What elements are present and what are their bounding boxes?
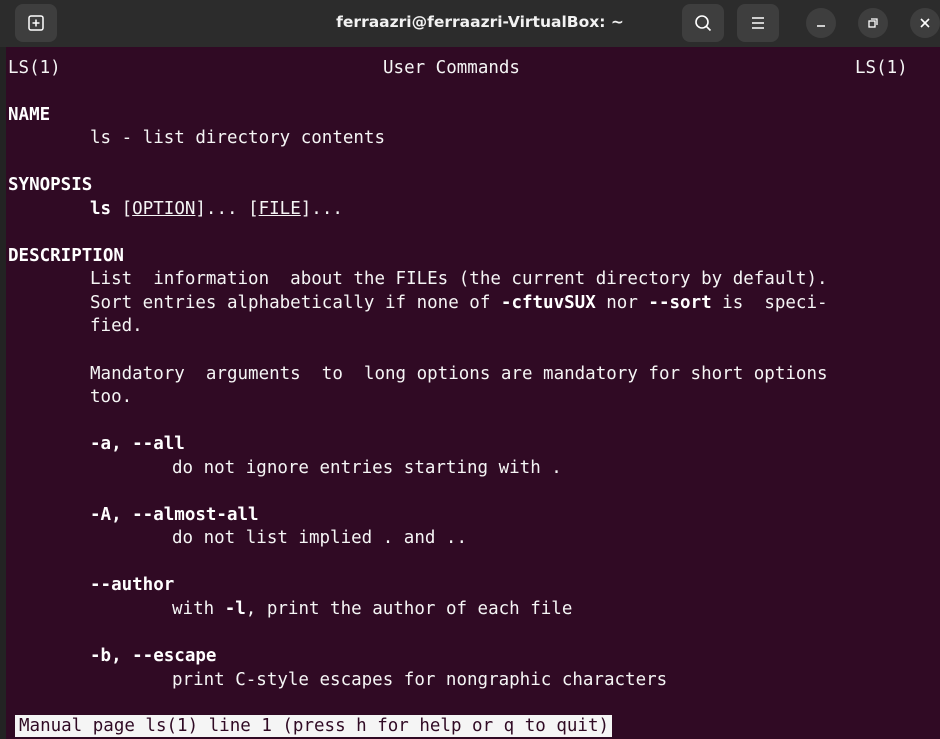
synopsis-bracket-open: [	[121, 199, 133, 219]
desc-sort-flag: --sort	[648, 293, 712, 313]
title-bar: ferraazri@ferraazri-VirtualBox: ~	[0, 0, 940, 47]
synopsis-bracket-close: ]...	[300, 199, 343, 219]
description-line-2: Sort entries alphabetically if none of -…	[90, 292, 828, 315]
pager-status-bar: Manual page ls(1) line 1 (press h for he…	[15, 715, 613, 737]
desc-text: nor	[595, 293, 649, 313]
description-line-4: Mandatory arguments to long options are …	[90, 364, 828, 384]
synopsis-command: ls	[90, 199, 112, 219]
man-header-right: LS(1)	[855, 58, 908, 78]
desc-flag-l: -l	[224, 599, 246, 619]
desc-flags: -cftuvSUX	[500, 293, 596, 313]
maximize-button[interactable]	[858, 8, 888, 38]
close-button[interactable]	[910, 8, 940, 38]
desc-text: is speci-	[711, 293, 828, 313]
synopsis-option: OPTION	[132, 199, 196, 219]
synopsis-line: ls [OPTION]... [FILE]...	[90, 198, 343, 221]
terminal-window: ferraazri@ferraazri-VirtualBox: ~ LS(1) …	[0, 0, 940, 739]
option-author: --author	[90, 575, 175, 595]
synopsis-bracket-mid: ]... [	[195, 199, 259, 219]
close-icon	[920, 18, 930, 28]
section-heading-description: DESCRIPTION	[8, 246, 124, 266]
description-line-1: List information about the FILEs (the cu…	[90, 269, 828, 289]
section-heading-synopsis: SYNOPSIS	[8, 175, 93, 195]
option-escape: -b, --escape	[90, 646, 217, 666]
desc-text: with	[172, 599, 225, 619]
description-line-5: too.	[90, 387, 133, 407]
section-heading-name: NAME	[8, 105, 51, 125]
description-line-3: fied.	[90, 316, 143, 336]
option-author-description: with -l, print the author of each file	[172, 598, 572, 621]
name-text: ls - list directory contents	[90, 128, 386, 148]
terminal-content[interactable]: LS(1) User Commands LS(1) NAME ls - list…	[0, 47, 940, 739]
search-icon	[695, 15, 712, 32]
search-button[interactable]	[682, 4, 724, 42]
desc-text: , print the author of each file	[245, 599, 573, 619]
option-all-description: do not ignore entries starting with .	[172, 458, 562, 478]
man-header-center: User Commands	[383, 58, 520, 78]
option-almost-all-description: do not list implied . and ..	[172, 528, 468, 548]
menu-button[interactable]	[737, 4, 779, 42]
synopsis-file: FILE	[258, 199, 301, 219]
option-all: -a, --all	[90, 434, 185, 454]
minimize-button[interactable]	[806, 8, 836, 38]
hamburger-menu-icon	[752, 17, 764, 29]
man-header-left: LS(1)	[8, 58, 61, 78]
option-escape-description: print C-style escapes for nongraphic cha…	[172, 670, 668, 690]
option-almost-all: -A, --almost-all	[90, 505, 259, 525]
window-title: ferraazri@ferraazri-VirtualBox: ~	[336, 13, 624, 31]
restore-icon	[868, 18, 878, 28]
desc-text: Sort entries alphabetically if none of	[90, 293, 501, 313]
minimize-icon	[817, 25, 825, 27]
